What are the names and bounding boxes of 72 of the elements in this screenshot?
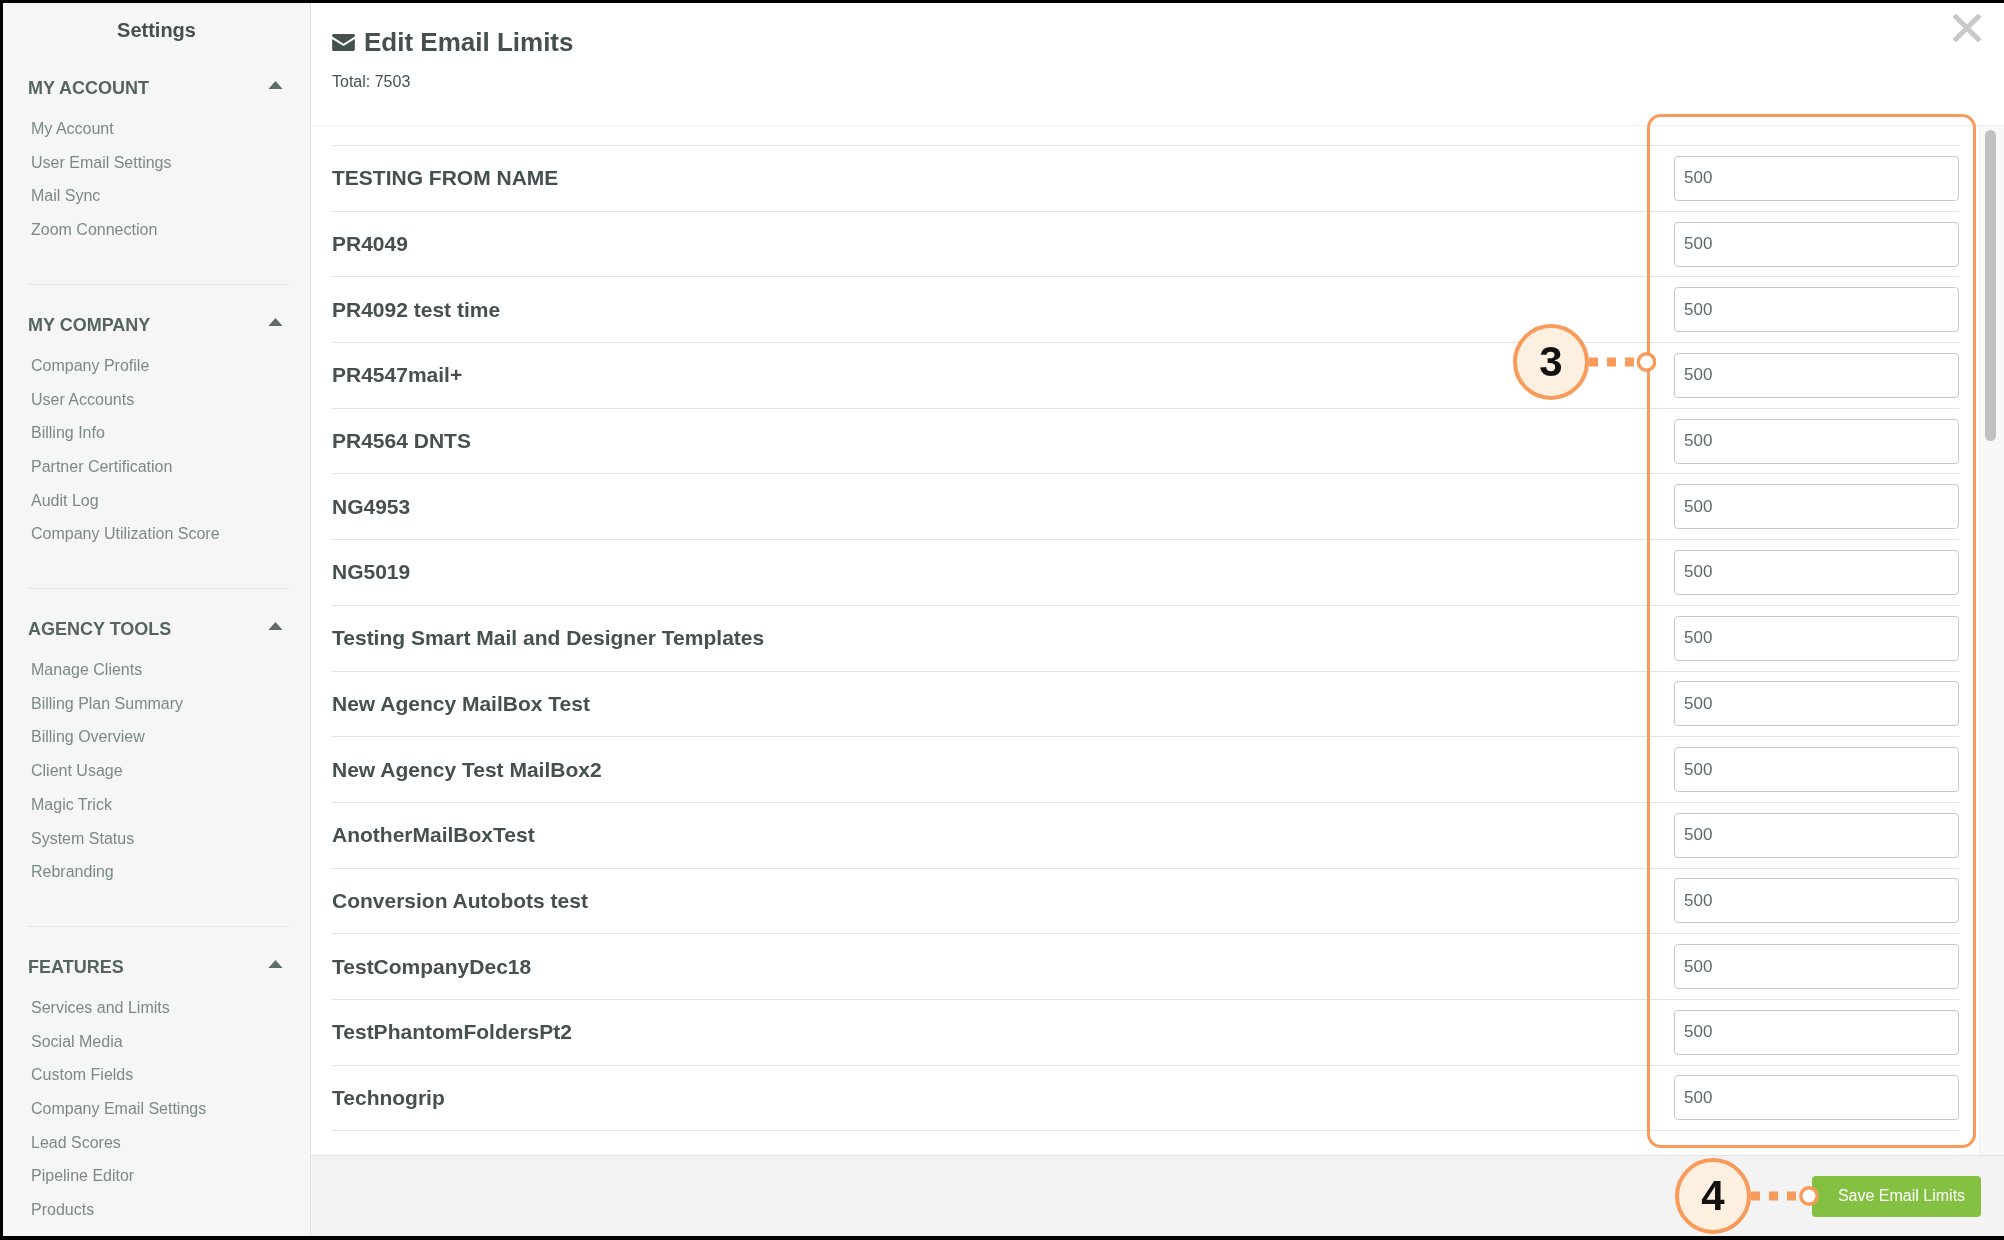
sidebar-link[interactable]: Zoom Connection (31, 213, 158, 247)
limit-field[interactable]: 500 (1674, 287, 1959, 333)
section-heading: MY ACCOUNT (28, 77, 149, 99)
limit-field[interactable]: 500 (1674, 1009, 1959, 1055)
limit-field[interactable]: 500 (1674, 878, 1959, 924)
section-heading: AGENCY TOOLS (28, 618, 172, 641)
sidebar-link[interactable]: Custom Fields (31, 1058, 134, 1093)
sidebar-link[interactable]: Services and Limits (31, 990, 170, 1025)
limit-name: PR4564 DNTS (332, 429, 471, 454)
limit-field[interactable]: 500 (1674, 418, 1959, 464)
sidebar-link[interactable]: Mail Sync (31, 179, 101, 214)
limit-name: PR4547mail+ (332, 363, 463, 388)
caret-icon[interactable] (268, 622, 283, 631)
sidebar-link[interactable]: Pipeline Editor (31, 1159, 135, 1194)
caret-icon[interactable] (268, 959, 283, 968)
sidebar-link[interactable]: Lead Scores (31, 1125, 121, 1160)
sidebar-link[interactable]: Products (31, 1193, 95, 1227)
sidebar-link[interactable]: Client Usage (31, 754, 123, 788)
sidebar-link[interactable]: System Status (31, 821, 135, 856)
section-heading: MY COMPANY (28, 313, 151, 336)
connector-line (1589, 351, 1656, 373)
sidebar-link[interactable]: User Email Settings (31, 145, 172, 180)
sidebar-link[interactable]: Billing Info (31, 416, 105, 450)
sidebar-link[interactable]: Billing Overview (31, 720, 145, 755)
limit-name: TestPhantomFoldersPt2 (332, 1020, 572, 1045)
sidebar-link[interactable]: User Accounts (31, 382, 135, 417)
limit-field[interactable]: 500 (1674, 549, 1959, 595)
sidebar-link[interactable]: Company Utilization Score (31, 517, 220, 552)
connector-line (1751, 1185, 1819, 1207)
dialog-title: Edit Email Limits (364, 26, 574, 59)
section-heading: FEATURES (28, 955, 124, 978)
caret-icon[interactable] (268, 81, 283, 89)
sidebar-link[interactable]: Rebranding (31, 855, 114, 889)
sidebar-link[interactable]: Partner Certification (31, 449, 173, 484)
limit-name: NG5019 (332, 560, 411, 585)
limit-field[interactable]: 500 (1674, 615, 1959, 661)
sidebar-link[interactable]: Magic Trick (31, 787, 112, 822)
save-button[interactable]: Save Email Limits (1812, 1175, 1981, 1217)
limit-field[interactable]: 500 (1674, 681, 1959, 727)
sidebar-link[interactable]: Audit Log (31, 483, 99, 518)
limit-name: Testing Smart Mail and Designer Templates (332, 626, 765, 651)
sidebar-title: Settings (117, 18, 196, 43)
limit-name: AnotherMailBoxTest (332, 823, 535, 848)
limit-field[interactable]: 500 (1674, 221, 1959, 267)
limit-name: TESTING FROM NAME (332, 166, 559, 191)
limit-field[interactable]: 500 (1674, 484, 1959, 530)
limit-name: TestCompanyDec18 (332, 954, 532, 979)
limit-field[interactable]: 500 (1674, 944, 1959, 990)
scrollbar-thumb[interactable] (1985, 130, 1996, 441)
limit-field[interactable]: 500 (1674, 812, 1959, 858)
sidebar-link[interactable]: Manage Clients (31, 653, 143, 687)
limit-field[interactable]: 500 (1674, 352, 1959, 398)
limit-name: Conversion Autobots test (332, 888, 588, 913)
sidebar-link[interactable]: Company Email Settings (31, 1092, 207, 1126)
limit-field[interactable]: 500 (1674, 1075, 1959, 1121)
limit-name: New Agency MailBox Test (332, 691, 590, 716)
limit-field[interactable]: 500 (1674, 155, 1959, 201)
limit-name: PR4092 test time (332, 297, 501, 322)
envelope-icon (332, 33, 355, 51)
callout-badge: 3 (1513, 324, 1589, 400)
sidebar-link[interactable]: Billing Plan Summary (31, 686, 184, 721)
sidebar-link[interactable]: Company Profile (31, 348, 150, 383)
limit-name: Technogrip (332, 1085, 445, 1110)
callout-badge: 4 (1675, 1158, 1751, 1234)
limit-name: NG4953 (332, 494, 411, 519)
limit-field[interactable]: 500 (1674, 747, 1959, 793)
limit-name: PR4049 (332, 232, 408, 257)
sidebar-link[interactable]: Social Media (31, 1024, 123, 1059)
sidebar-link[interactable]: My Account (31, 112, 114, 146)
caret-icon[interactable] (268, 317, 283, 326)
limit-name: New Agency Test MailBox2 (332, 757, 602, 782)
total-label: Total: 7503 (332, 72, 411, 92)
